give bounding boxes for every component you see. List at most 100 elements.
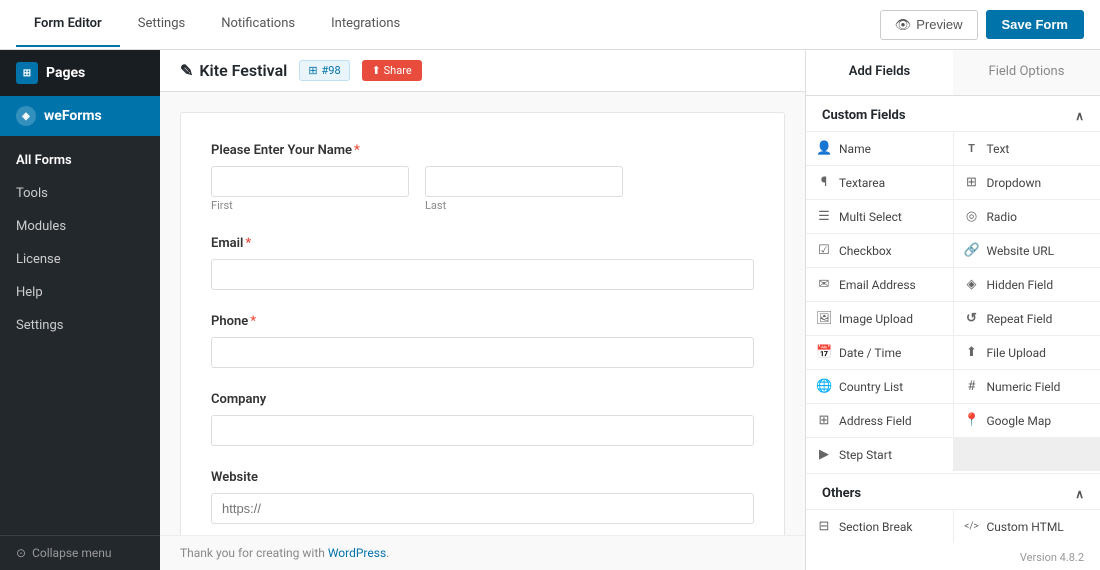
- custom-fields-grid: 👤 Name T Text ¶ Textarea ⊞ Dropdown ☰: [806, 132, 1100, 471]
- save-form-button[interactable]: Save Form: [986, 10, 1084, 39]
- required-indicator-phone: *: [250, 314, 256, 329]
- collapse-menu-button[interactable]: ⊙ Collapse menu: [0, 535, 160, 570]
- tab-form-editor[interactable]: Form Editor: [16, 2, 120, 47]
- hidden-icon: ◈: [964, 277, 980, 292]
- share-icon: ⬆: [372, 64, 384, 77]
- edit-icon: ✎: [180, 61, 193, 80]
- tab-field-options[interactable]: Field Options: [953, 50, 1100, 95]
- chevron-up-icon: ∧: [1075, 109, 1084, 123]
- sidebar-item-settings[interactable]: Settings: [0, 309, 160, 342]
- field-radio[interactable]: ◎ Radio: [954, 200, 1100, 233]
- others-section-header: Others ∧: [806, 473, 1100, 510]
- tab-integrations[interactable]: Integrations: [313, 2, 418, 47]
- field-google-map[interactable]: 📍 Google Map: [954, 404, 1100, 437]
- required-indicator: *: [354, 143, 360, 158]
- form-field-phone: Phone*: [211, 314, 754, 368]
- sidebar-item-all-forms[interactable]: All Forms: [0, 144, 160, 177]
- form-footer: Thank you for creating with WordPress.: [160, 535, 805, 570]
- sidebar-item-modules[interactable]: Modules: [0, 210, 160, 243]
- sidebar-item-tools[interactable]: Tools: [0, 177, 160, 210]
- email-icon: ✉: [816, 277, 832, 292]
- last-name-group: Last: [425, 166, 623, 212]
- field-email-address[interactable]: ✉ Email Address: [806, 268, 953, 301]
- field-label-name: Please Enter Your Name*: [211, 143, 754, 158]
- field-address[interactable]: ⊞ Address Field: [806, 404, 953, 437]
- form-field-website: Website: [211, 470, 754, 524]
- textarea-icon: ¶: [816, 175, 832, 190]
- top-nav-actions: 👁 Preview Save Form: [880, 10, 1084, 40]
- html-icon: </>: [964, 521, 980, 532]
- form-field-email: Email*: [211, 236, 754, 290]
- form-field-name: Please Enter Your Name* First Last: [211, 143, 754, 212]
- section-break-icon: ⊟: [816, 519, 832, 534]
- sidebar-item-help[interactable]: Help: [0, 276, 160, 309]
- version-text: Version 4.8.2: [806, 543, 1100, 570]
- tab-settings[interactable]: Settings: [120, 2, 203, 47]
- form-field-company: Company: [211, 392, 754, 446]
- right-panel: Add Fields Field Options Custom Fields ∧…: [805, 50, 1100, 570]
- wordpress-link[interactable]: WordPress: [328, 546, 386, 560]
- field-name[interactable]: 👤 Name: [806, 132, 953, 165]
- file-upload-icon: ⬆: [964, 345, 980, 360]
- map-icon: 📍: [964, 413, 980, 428]
- field-step-start[interactable]: ▶ Step Start: [806, 438, 953, 471]
- form-body: Please Enter Your Name* First Last: [160, 92, 805, 535]
- repeat-icon: ↺: [964, 311, 980, 326]
- field-label-website: Website: [211, 470, 754, 485]
- tab-notifications[interactable]: Notifications: [203, 2, 313, 47]
- sidebar-brand[interactable]: ◈ weForms: [0, 96, 160, 136]
- sidebar: ⊞ Pages ◈ weForms All Forms Tools Module…: [0, 50, 160, 570]
- field-numeric[interactable]: # Numeric Field: [954, 370, 1100, 403]
- field-section-break[interactable]: ⊟ Section Break: [806, 510, 953, 543]
- form-title: ✎ Kite Festival: [180, 61, 287, 80]
- top-navigation: Form Editor Settings Notifications Integ…: [0, 0, 1100, 50]
- panel-content: Custom Fields ∧ 👤 Name T Text ¶ Textarea…: [806, 96, 1100, 570]
- field-file-upload[interactable]: ⬆ File Upload: [954, 336, 1100, 369]
- tab-add-fields[interactable]: Add Fields: [806, 50, 953, 95]
- nav-tabs: Form Editor Settings Notifications Integ…: [16, 2, 418, 47]
- preview-button[interactable]: 👁 Preview: [880, 10, 978, 40]
- field-custom-html[interactable]: </> Custom HTML: [954, 510, 1100, 543]
- field-datetime[interactable]: 📅 Date / Time: [806, 336, 953, 369]
- field-multiselect[interactable]: ☰ Multi Select: [806, 200, 953, 233]
- dropdown-icon: ⊞: [964, 175, 980, 190]
- main-content: ⊞ Pages ◈ weForms All Forms Tools Module…: [0, 50, 1100, 570]
- field-text[interactable]: T Text: [954, 132, 1100, 165]
- text-icon: T: [964, 142, 980, 155]
- required-indicator-email: *: [245, 236, 251, 251]
- sidebar-item-license[interactable]: License: [0, 243, 160, 276]
- field-country-list[interactable]: 🌐 Country List: [806, 370, 953, 403]
- field-website-url[interactable]: 🔗 Website URL: [954, 234, 1100, 267]
- website-input[interactable]: [211, 493, 754, 524]
- sidebar-pages[interactable]: ⊞ Pages: [0, 50, 160, 96]
- first-name-sublabel: First: [211, 199, 409, 212]
- email-input[interactable]: [211, 259, 754, 290]
- last-name-input[interactable]: [425, 166, 623, 197]
- datetime-icon: 📅: [816, 345, 832, 360]
- url-icon: 🔗: [964, 243, 980, 258]
- field-label-email: Email*: [211, 236, 754, 251]
- name-field-row: First Last: [211, 166, 754, 212]
- field-dropdown[interactable]: ⊞ Dropdown: [954, 166, 1100, 199]
- field-checkbox[interactable]: ☑ Checkbox: [806, 234, 953, 267]
- first-name-input[interactable]: [211, 166, 409, 197]
- share-code-icon: ⊞: [308, 64, 317, 77]
- field-label-phone: Phone*: [211, 314, 754, 329]
- field-image-upload[interactable]: 🖼 Image Upload: [806, 302, 953, 335]
- eye-icon: 👁: [895, 17, 912, 33]
- field-hidden[interactable]: ◈ Hidden Field: [954, 268, 1100, 301]
- form-name: Kite Festival: [199, 61, 287, 80]
- form-editor-header: ✎ Kite Festival ⊞ #98 ⬆ Share: [160, 50, 805, 92]
- image-icon: 🖼: [816, 311, 832, 326]
- phone-input[interactable]: [211, 337, 754, 368]
- company-input[interactable]: [211, 415, 754, 446]
- chevron-down-icon: ∧: [1075, 487, 1084, 501]
- address-icon: ⊞: [816, 413, 832, 428]
- share-button[interactable]: ⬆ Share: [362, 60, 422, 81]
- weforms-icon: ◈: [16, 106, 36, 126]
- field-repeat[interactable]: ↺ Repeat Field: [954, 302, 1100, 335]
- form-id-badge[interactable]: ⊞ #98: [299, 60, 349, 81]
- numeric-icon: #: [964, 379, 980, 394]
- form-editor: ✎ Kite Festival ⊞ #98 ⬆ Share Please Ent…: [160, 50, 805, 570]
- field-textarea[interactable]: ¶ Textarea: [806, 166, 953, 199]
